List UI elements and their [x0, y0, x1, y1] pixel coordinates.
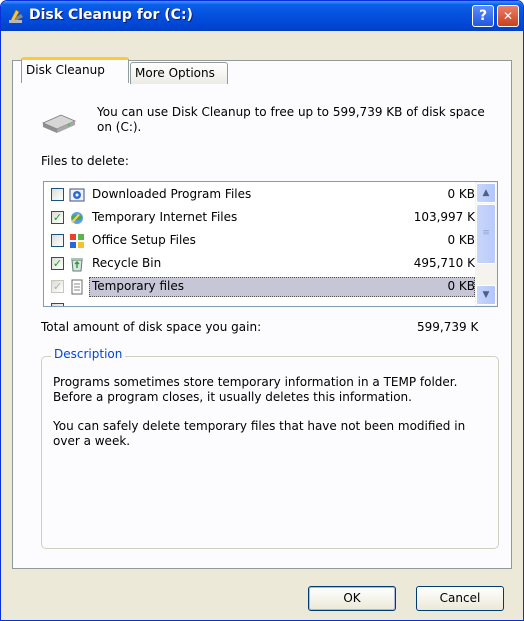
list-item[interactable]: Office Setup Files 0 KB: [44, 230, 475, 253]
list-item[interactable]: ✓ Temporary Internet Files 103,997 K: [44, 207, 475, 230]
scroll-thumb[interactable]: ≡: [476, 204, 496, 264]
window-title: Disk Cleanup for (C:): [29, 7, 193, 23]
scroll-down-button[interactable]: ▼: [476, 285, 496, 305]
checkbox[interactable]: [51, 234, 64, 247]
description-paragraph: Programs sometimes store temporary infor…: [53, 375, 458, 404]
checkbox-checked-disabled[interactable]: ✓: [51, 280, 64, 293]
tab-disk-cleanup[interactable]: Disk Cleanup: [21, 57, 129, 83]
file-size: 495,710 K: [413, 256, 475, 270]
file-size: 0 KB: [447, 279, 475, 293]
ok-button[interactable]: OK: [308, 586, 396, 611]
list-item-partial[interactable]: [44, 299, 475, 306]
intro-text: You can use Disk Cleanup to free up to 5…: [97, 105, 485, 134]
file-size: 0 KB: [447, 187, 475, 201]
file-name: Temporary files: [92, 279, 184, 293]
file-size: 103,997 K: [413, 210, 475, 224]
list-scrollbar[interactable]: ▲ ≡ ▼: [475, 182, 497, 306]
office-setup-files-icon: [70, 234, 84, 248]
description-title: Description: [51, 347, 126, 361]
file-name: Temporary Internet Files: [92, 210, 238, 224]
description-paragraph: You can safely delete temporary files th…: [53, 419, 466, 448]
list-item-selected[interactable]: ✓ Temporary files 0 KB: [44, 276, 475, 299]
file-name: Downloaded Program Files: [92, 187, 252, 201]
tab-more-options[interactable]: More Options: [130, 62, 228, 84]
checkbox[interactable]: [51, 303, 64, 306]
total-space-label: Total amount of disk space you gain:: [41, 320, 262, 334]
files-to-delete-label: Files to delete:: [41, 154, 129, 168]
file-name: Recycle Bin: [92, 256, 162, 270]
recycle-bin-icon: [71, 258, 83, 272]
help-button[interactable]: ?: [472, 5, 494, 27]
disk-cleanup-window: Disk Cleanup for (C:) ? ✕ Disk Cleanup M…: [0, 0, 524, 621]
files-list[interactable]: Downloaded Program Files 0 KB ✓ Temporar…: [43, 181, 498, 307]
checkbox-checked[interactable]: ✓: [51, 257, 64, 270]
disk-cleanup-icon: [9, 9, 23, 23]
temporary-internet-files-icon: [71, 212, 83, 224]
title-bar[interactable]: Disk Cleanup for (C:) ? ✕: [1, 1, 523, 31]
list-item[interactable]: ✓ Recycle Bin 495,710 K: [44, 253, 475, 276]
hard-drive-icon: [42, 114, 76, 133]
list-item[interactable]: Downloaded Program Files 0 KB: [44, 184, 475, 207]
close-button[interactable]: ✕: [497, 5, 519, 27]
checkbox[interactable]: [51, 188, 64, 201]
downloaded-program-files-icon: [69, 188, 85, 202]
total-space-value: 599,739 K: [417, 320, 479, 334]
checkbox-checked[interactable]: ✓: [51, 211, 64, 224]
description-text: Programs sometimes store temporary infor…: [53, 375, 493, 463]
scroll-up-button[interactable]: ▲: [476, 183, 496, 203]
file-size: 0 KB: [447, 233, 475, 247]
file-name: Office Setup Files: [92, 233, 196, 247]
cancel-button[interactable]: Cancel: [416, 586, 504, 611]
temporary-files-icon: [71, 279, 83, 295]
